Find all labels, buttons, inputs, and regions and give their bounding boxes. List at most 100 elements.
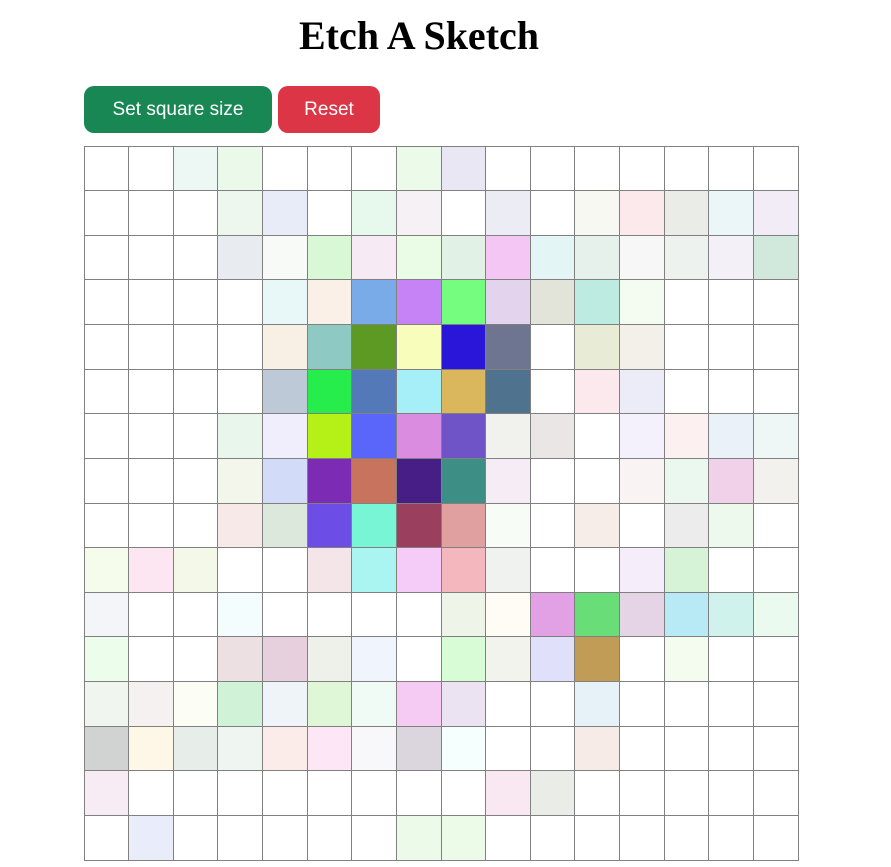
grid-cell[interactable] <box>306 636 353 682</box>
grid-cell[interactable] <box>83 279 130 325</box>
grid-cell[interactable] <box>574 145 620 192</box>
grid-cell[interactable] <box>663 725 710 772</box>
grid-cell[interactable] <box>708 234 754 281</box>
grid-cell[interactable] <box>529 279 576 325</box>
grid-cell[interactable] <box>395 190 442 236</box>
grid-cell[interactable] <box>395 547 442 593</box>
grid-cell[interactable] <box>529 324 576 370</box>
grid-cell[interactable] <box>217 234 263 281</box>
grid-cell[interactable] <box>663 279 710 325</box>
grid-cell[interactable] <box>172 502 219 549</box>
grid-cell[interactable] <box>351 681 397 727</box>
grid-cell[interactable] <box>83 591 130 638</box>
grid-cell[interactable] <box>262 324 308 370</box>
grid-cell[interactable] <box>306 234 353 281</box>
grid-cell[interactable] <box>529 234 576 281</box>
grid-cell[interactable] <box>306 368 353 415</box>
grid-cell[interactable] <box>217 636 263 682</box>
reset-button[interactable]: Reset <box>278 86 380 133</box>
grid-cell[interactable] <box>351 502 397 549</box>
grid-cell[interactable] <box>663 814 710 861</box>
grid-cell[interactable] <box>351 145 397 192</box>
grid-cell[interactable] <box>663 636 710 682</box>
grid-cell[interactable] <box>619 502 665 549</box>
grid-cell[interactable] <box>752 190 799 236</box>
grid-cell[interactable] <box>485 547 531 593</box>
grid-cell[interactable] <box>752 368 799 415</box>
grid-cell[interactable] <box>83 770 130 816</box>
grid-cell[interactable] <box>752 591 799 638</box>
grid-cell[interactable] <box>262 636 308 682</box>
grid-cell[interactable] <box>351 190 397 236</box>
grid-cell[interactable] <box>172 547 219 593</box>
grid-cell[interactable] <box>395 681 442 727</box>
grid-cell[interactable] <box>395 814 442 861</box>
grid-cell[interactable] <box>708 457 754 504</box>
grid-cell[interactable] <box>752 457 799 504</box>
grid-cell[interactable] <box>306 413 353 459</box>
grid-cell[interactable] <box>485 770 531 816</box>
grid-cell[interactable] <box>619 770 665 816</box>
grid-cell[interactable] <box>83 547 130 593</box>
grid-cell[interactable] <box>440 234 487 281</box>
grid-cell[interactable] <box>663 502 710 549</box>
grid-cell[interactable] <box>529 190 576 236</box>
grid-cell[interactable] <box>574 279 620 325</box>
grid-cell[interactable] <box>752 814 799 861</box>
grid-cell[interactable] <box>217 413 263 459</box>
grid-cell[interactable] <box>262 591 308 638</box>
grid-cell[interactable] <box>217 279 263 325</box>
grid-cell[interactable] <box>172 234 219 281</box>
grid-cell[interactable] <box>619 234 665 281</box>
grid-cell[interactable] <box>128 279 174 325</box>
grid-cell[interactable] <box>485 457 531 504</box>
grid-cell[interactable] <box>128 190 174 236</box>
grid-cell[interactable] <box>619 457 665 504</box>
grid-cell[interactable] <box>440 814 487 861</box>
grid-cell[interactable] <box>574 413 620 459</box>
grid-cell[interactable] <box>574 324 620 370</box>
grid-cell[interactable] <box>529 413 576 459</box>
set-square-size-button[interactable]: Set square size <box>84 86 272 133</box>
grid-cell[interactable] <box>172 324 219 370</box>
grid-cell[interactable] <box>529 814 576 861</box>
grid-cell[interactable] <box>306 502 353 549</box>
grid-cell[interactable] <box>172 279 219 325</box>
grid-cell[interactable] <box>351 547 397 593</box>
grid-cell[interactable] <box>440 457 487 504</box>
grid-cell[interactable] <box>752 636 799 682</box>
grid-cell[interactable] <box>708 770 754 816</box>
grid-cell[interactable] <box>83 324 130 370</box>
grid-cell[interactable] <box>440 279 487 325</box>
grid-cell[interactable] <box>752 279 799 325</box>
grid-cell[interactable] <box>529 725 576 772</box>
grid-cell[interactable] <box>529 457 576 504</box>
grid-cell[interactable] <box>752 681 799 727</box>
grid-cell[interactable] <box>619 591 665 638</box>
grid-cell[interactable] <box>574 725 620 772</box>
grid-cell[interactable] <box>83 502 130 549</box>
grid-cell[interactable] <box>128 234 174 281</box>
grid-cell[interactable] <box>351 725 397 772</box>
grid-cell[interactable] <box>619 190 665 236</box>
grid-cell[interactable] <box>351 591 397 638</box>
grid-cell[interactable] <box>485 591 531 638</box>
grid-cell[interactable] <box>217 770 263 816</box>
grid-cell[interactable] <box>217 145 263 192</box>
grid-cell[interactable] <box>708 145 754 192</box>
grid-cell[interactable] <box>529 547 576 593</box>
grid-cell[interactable] <box>708 413 754 459</box>
grid-cell[interactable] <box>351 324 397 370</box>
grid-cell[interactable] <box>574 502 620 549</box>
grid-cell[interactable] <box>306 145 353 192</box>
grid-cell[interactable] <box>395 279 442 325</box>
grid-cell[interactable] <box>172 368 219 415</box>
grid-cell[interactable] <box>306 547 353 593</box>
grid-cell[interactable] <box>529 502 576 549</box>
grid-cell[interactable] <box>128 145 174 192</box>
grid-cell[interactable] <box>708 725 754 772</box>
grid-cell[interactable] <box>172 814 219 861</box>
grid-cell[interactable] <box>574 681 620 727</box>
grid-cell[interactable] <box>752 234 799 281</box>
grid-cell[interactable] <box>440 324 487 370</box>
